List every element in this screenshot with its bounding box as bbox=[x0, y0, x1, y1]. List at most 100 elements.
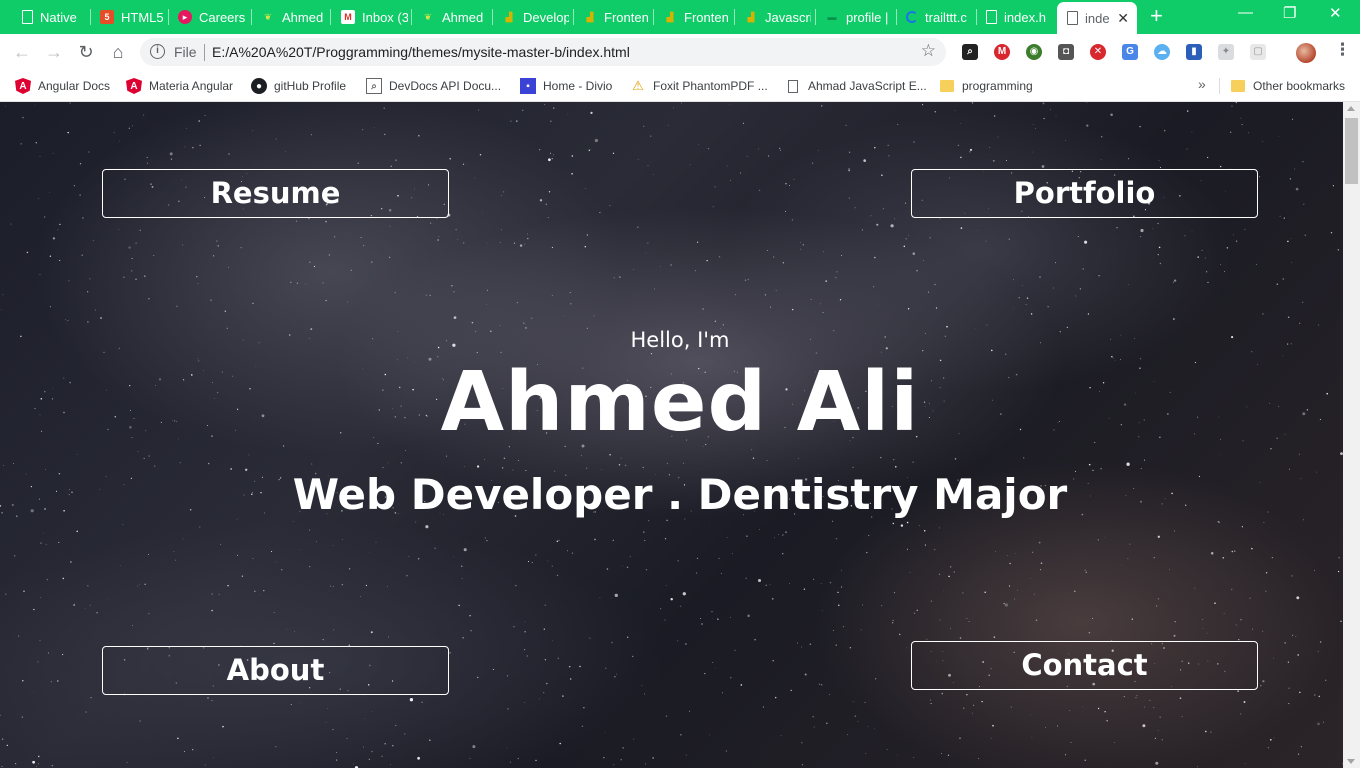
omnibox-divider bbox=[204, 44, 205, 61]
reload-button[interactable]: ↻ bbox=[76, 42, 96, 62]
tab-frontend-1[interactable]: ▟ Fronten bbox=[575, 6, 650, 28]
tab-label: inde bbox=[1085, 10, 1110, 26]
folder-icon bbox=[939, 78, 955, 94]
bookmark-materia-angular[interactable]: A Materia Angular bbox=[126, 77, 233, 95]
tab-label: index.h bbox=[1004, 9, 1046, 25]
tab-develop[interactable]: ▟ Develop bbox=[494, 6, 569, 28]
shield-extension-icon[interactable]: ◘ bbox=[1058, 44, 1074, 60]
page-icon bbox=[785, 78, 801, 94]
box-extension-icon[interactable]: ▢ bbox=[1250, 44, 1266, 60]
bookmark-label: programming bbox=[962, 79, 1033, 93]
bookmark-label: Home - Divio bbox=[543, 79, 613, 93]
tab-separator bbox=[815, 9, 816, 25]
tab-separator bbox=[653, 9, 654, 25]
scroll-down-arrow-icon[interactable] bbox=[1347, 759, 1355, 764]
tab-separator bbox=[492, 9, 493, 25]
mega-extension-icon[interactable]: M bbox=[994, 44, 1010, 60]
block-extension-icon[interactable]: ✕ bbox=[1090, 44, 1106, 60]
bookmark-other-bookmarks[interactable]: Other bookmarks bbox=[1230, 77, 1345, 95]
close-tab-icon[interactable]: ✕ bbox=[1117, 10, 1129, 27]
page-viewport: Resume Portfolio Hello, I'm Ahmed Ali We… bbox=[0, 102, 1343, 768]
cloud-extension-icon[interactable]: ☁ bbox=[1154, 44, 1170, 60]
resume-button[interactable]: Resume bbox=[102, 169, 449, 218]
home-button[interactable]: ⌂ bbox=[108, 42, 128, 62]
search-extension-icon[interactable]: ⌕ bbox=[962, 44, 978, 60]
page-scrollbar[interactable] bbox=[1343, 102, 1360, 768]
bookmark-label: Ahmad JavaScript E... bbox=[808, 79, 927, 93]
angular-icon: A bbox=[126, 78, 142, 94]
bookmark-star-icon[interactable]: ☆ bbox=[921, 41, 936, 61]
tab-label: Careers bbox=[199, 9, 246, 25]
tab-label: Fronten bbox=[604, 9, 649, 25]
scroll-up-arrow-icon[interactable] bbox=[1347, 106, 1355, 111]
tab-label: profile | bbox=[846, 9, 889, 25]
tab-ahmed-2[interactable]: ❦ Ahmed bbox=[413, 6, 488, 28]
tab-label: HTML5 bbox=[121, 9, 164, 25]
window-close-button[interactable]: ✕ bbox=[1329, 4, 1342, 22]
bookmarks-bar: A Angular Docs A Materia Angular ● gitHu… bbox=[0, 70, 1360, 102]
about-button[interactable]: About bbox=[102, 646, 449, 695]
tab-index-1[interactable]: index.h bbox=[978, 6, 1054, 28]
tab-label: trailttt.c bbox=[925, 9, 967, 25]
tab-html5[interactable]: 5 HTML5 bbox=[92, 6, 166, 28]
new-tab-button[interactable]: + bbox=[1150, 5, 1163, 27]
maximize-button[interactable]: ❐ bbox=[1283, 4, 1296, 22]
bookmark-ahmad-javascript[interactable]: Ahmad JavaScript E... bbox=[785, 77, 927, 95]
page-icon bbox=[986, 10, 997, 24]
back-button[interactable]: ← bbox=[12, 42, 32, 62]
tab-index-active[interactable]: inde ✕ bbox=[1057, 2, 1137, 34]
tab-frontend-2[interactable]: ▟ Fronten bbox=[655, 6, 731, 28]
devdocs-icon: ⌕ bbox=[366, 78, 382, 94]
tab-separator bbox=[734, 9, 735, 25]
chart-icon: ▟ bbox=[666, 11, 674, 22]
tab-native[interactable]: Native bbox=[14, 6, 88, 28]
tab-inbox[interactable]: M Inbox (3 bbox=[333, 6, 408, 28]
forward-button[interactable]: → bbox=[44, 42, 64, 62]
leaf-icon: ❦ bbox=[264, 11, 272, 22]
puzzle-extension-icon[interactable]: ✦ bbox=[1218, 44, 1234, 60]
tab-javascript[interactable]: ▟ Javascri bbox=[736, 6, 811, 28]
bookmark-label: gitHub Profile bbox=[274, 79, 347, 93]
github-icon: ● bbox=[251, 78, 267, 94]
tab-trailttt[interactable]: trailttt.c bbox=[898, 6, 973, 28]
divio-icon: ▪ bbox=[520, 78, 536, 94]
page-icon bbox=[1067, 11, 1078, 25]
bookmark-foxit[interactable]: ⚠ Foxit PhantomPDF ... bbox=[630, 77, 768, 95]
info-icon[interactable]: i bbox=[150, 44, 165, 59]
hero-name: Ahmed Ali bbox=[440, 355, 920, 450]
bookmark-github-profile[interactable]: ● gitHub Profile bbox=[251, 77, 346, 95]
browser-menu-icon[interactable]: ⋮ bbox=[1334, 40, 1351, 60]
scrollbar-thumb[interactable] bbox=[1345, 118, 1358, 184]
tab-label: Javascri bbox=[765, 9, 811, 25]
tab-ahmed-1[interactable]: ❦ Ahmed bbox=[253, 6, 327, 28]
tab-profile[interactable]: ▬ profile | bbox=[817, 6, 892, 28]
profile-avatar[interactable] bbox=[1296, 43, 1316, 63]
url-text[interactable]: E:/A%20A%20T/Proggramming/themes/mysite-… bbox=[212, 44, 630, 60]
bookmarks-overflow-icon[interactable]: » bbox=[1198, 76, 1206, 92]
address-bar[interactable]: i File E:/A%20A%20T/Proggramming/themes/… bbox=[140, 38, 946, 66]
tab-separator bbox=[896, 9, 897, 25]
chart-icon: ▟ bbox=[586, 11, 594, 22]
bookmark-extension-icon[interactable]: ▮ bbox=[1186, 44, 1202, 60]
dash-icon: ▬ bbox=[827, 12, 837, 22]
bookmark-angular-docs[interactable]: A Angular Docs bbox=[15, 77, 110, 95]
hero-role: Web Developer . Dentistry Major bbox=[292, 470, 1068, 519]
tab-label: Ahmed bbox=[282, 9, 324, 25]
bookmark-folder-programming[interactable]: programming bbox=[939, 77, 1033, 95]
browser-toolbar: ← → ↻ ⌂ i File E:/A%20A%20T/Proggramming… bbox=[0, 34, 1360, 70]
bookmark-divio[interactable]: ▪ Home - Divio bbox=[520, 77, 612, 95]
portfolio-button[interactable]: Portfolio bbox=[911, 169, 1258, 218]
translate-extension-icon[interactable]: G bbox=[1122, 44, 1138, 60]
tab-label: Native bbox=[40, 9, 77, 25]
bookmark-label: DevDocs API Docu... bbox=[389, 79, 502, 93]
bookmark-devdocs[interactable]: ⌕ DevDocs API Docu... bbox=[366, 77, 501, 95]
tab-label: Develop bbox=[523, 9, 569, 25]
tab-separator bbox=[573, 9, 574, 25]
scheme-label: File bbox=[174, 44, 197, 60]
bookmark-label: Angular Docs bbox=[38, 79, 111, 93]
tab-careers[interactable]: ▸ Careers bbox=[170, 6, 248, 28]
tab-separator bbox=[976, 9, 977, 25]
contact-button[interactable]: Contact bbox=[911, 641, 1258, 690]
minimize-button[interactable]: — bbox=[1238, 4, 1253, 21]
globe-extension-icon[interactable]: ◉ bbox=[1026, 44, 1042, 60]
